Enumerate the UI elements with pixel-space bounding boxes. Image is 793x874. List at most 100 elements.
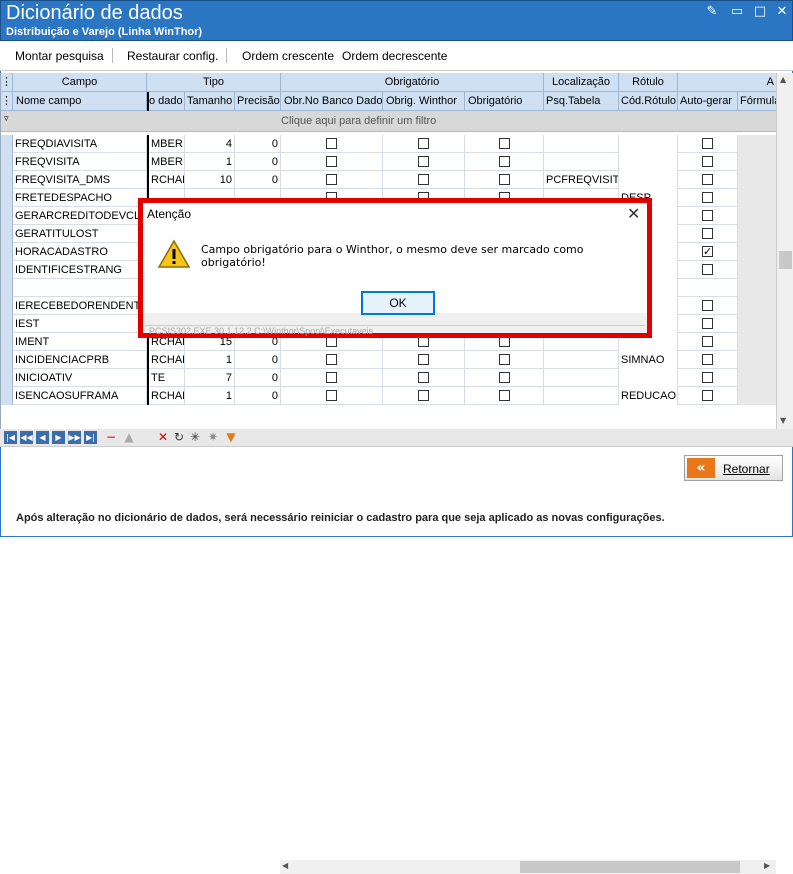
cell-formula[interactable] xyxy=(738,225,776,243)
cell-auto-gerar[interactable] xyxy=(678,261,738,279)
table-row[interactable]: ISENCAOSUFRAMARCHAR10 REDUCAO xyxy=(1,387,776,405)
cell-obr-banco[interactable] xyxy=(281,153,383,171)
cancel-icon[interactable]: ✕ xyxy=(156,430,170,445)
cell-tamanho[interactable]: 10 xyxy=(185,171,235,189)
col-obr-winthor[interactable]: Obrig. Winthor xyxy=(383,92,465,111)
cell-tamanho[interactable]: 7 xyxy=(185,369,235,387)
cell-nome[interactable]: INICIOATIV xyxy=(13,369,147,387)
cell-formula[interactable] xyxy=(738,279,776,297)
maximize-icon[interactable]: □ xyxy=(751,4,769,20)
checkbox[interactable] xyxy=(326,371,337,383)
checkbox[interactable] xyxy=(326,353,337,365)
cell-obrigatorio[interactable] xyxy=(465,351,544,369)
cell-psq-tabela[interactable]: PCFREQVISITA xyxy=(544,171,619,189)
next-record-icon[interactable]: ▶ xyxy=(52,431,65,444)
cell-nome[interactable]: INCIDENCIACPRB xyxy=(13,351,147,369)
cell-obrigatorio[interactable] xyxy=(465,171,544,189)
checkbox[interactable] xyxy=(702,191,713,203)
cell-formula[interactable] xyxy=(738,135,776,153)
cell-auto-gerar[interactable] xyxy=(678,351,738,369)
col-auto-gerar[interactable]: Auto-gerar xyxy=(678,92,738,111)
cell-obrigatorio[interactable] xyxy=(465,135,544,153)
minimize-icon[interactable]: ▭ xyxy=(728,4,746,20)
cell-nome[interactable]: FREQVISITA_DMS xyxy=(13,171,147,189)
cell-nome[interactable] xyxy=(13,279,147,297)
col-cod-rotulo[interactable]: Cód.Rótulo xyxy=(619,92,678,111)
cell-formula[interactable] xyxy=(738,297,776,315)
cell-nome[interactable]: IMENT xyxy=(13,333,147,351)
cell-obrigatorio[interactable] xyxy=(465,153,544,171)
cell-auto-gerar[interactable] xyxy=(678,315,738,333)
dialog-close-icon[interactable]: ✕ xyxy=(627,204,640,223)
cell-cod-rotulo[interactable] xyxy=(619,135,678,153)
checkbox[interactable] xyxy=(418,389,429,401)
cell-auto-gerar[interactable] xyxy=(678,297,738,315)
cell-precisao[interactable]: 0 xyxy=(235,171,281,189)
col-psq-tabela[interactable]: Psq.Tabela xyxy=(544,92,619,111)
cell-psq-tabela[interactable] xyxy=(544,135,619,153)
ordem-decrescente-button[interactable]: Ordem decrescente xyxy=(342,49,447,63)
checkbox[interactable] xyxy=(418,371,429,383)
checkbox[interactable] xyxy=(702,389,713,401)
cell-auto-gerar[interactable] xyxy=(678,153,738,171)
scroll-left-icon[interactable]: ◀ xyxy=(282,861,288,870)
cell-cod-rotulo[interactable] xyxy=(619,153,678,171)
checkbox[interactable] xyxy=(702,155,713,167)
checkbox[interactable] xyxy=(702,243,713,261)
checkbox[interactable] xyxy=(498,155,510,167)
checkbox[interactable] xyxy=(418,155,429,167)
cell-obr-banco[interactable] xyxy=(281,351,383,369)
checkbox[interactable] xyxy=(498,173,510,185)
checkbox[interactable] xyxy=(702,371,713,383)
cell-formula[interactable] xyxy=(738,261,776,279)
close-icon[interactable]: ✕ xyxy=(773,4,791,20)
cell-nome[interactable]: ISENCAOSUFRAMA xyxy=(13,387,147,405)
table-row[interactable]: FREQVISITA_DMSRCHAR100 PCFREQVISITA xyxy=(1,171,776,189)
cell-formula[interactable] xyxy=(738,153,776,171)
grid-menu-icon[interactable]: ⋮ xyxy=(1,73,13,92)
cell-nome[interactable]: FREQDIAVISITA xyxy=(13,135,147,153)
cell-precisao[interactable]: 0 xyxy=(235,387,281,405)
cell-auto-gerar[interactable] xyxy=(678,243,738,261)
checkbox[interactable] xyxy=(702,137,713,149)
cell-cod-rotulo[interactable]: REDUCAO xyxy=(619,387,678,405)
cell-precisao[interactable]: 0 xyxy=(235,153,281,171)
table-row[interactable]: FREQVISITA MBER 1 0 xyxy=(1,153,776,171)
cell-obr-winthor[interactable] xyxy=(383,153,465,171)
checkbox[interactable] xyxy=(702,353,713,365)
retornar-button[interactable]: « Retornar xyxy=(684,455,783,481)
filter-row[interactable]: ▿ Clique aqui para definir um filtro xyxy=(1,111,776,132)
montar-pesquisa-button[interactable]: Montar pesquisa xyxy=(15,49,104,63)
checkbox[interactable] xyxy=(702,227,713,239)
grid-menu-icon[interactable]: ⋮ xyxy=(1,92,13,111)
cell-obr-winthor[interactable] xyxy=(383,351,465,369)
checkbox[interactable] xyxy=(326,137,337,149)
cell-cod-rotulo[interactable] xyxy=(619,171,678,189)
ordem-crescente-button[interactable]: Ordem crescente xyxy=(242,49,334,63)
cell-tipo[interactable]: RCHAR xyxy=(147,387,185,405)
cell-tamanho[interactable]: 4 xyxy=(185,135,235,153)
cell-formula[interactable] xyxy=(738,351,776,369)
cell-nome[interactable]: HORACADASTRO xyxy=(13,243,147,261)
cell-auto-gerar[interactable] xyxy=(678,333,738,351)
table-row[interactable]: INCIDENCIACPRBRCHAR10 SIMNAO xyxy=(1,351,776,369)
cell-cod-rotulo[interactable] xyxy=(619,369,678,387)
cell-precisao[interactable]: 0 xyxy=(235,351,281,369)
cell-obr-winthor[interactable] xyxy=(383,135,465,153)
cell-auto-gerar[interactable] xyxy=(678,387,738,405)
checkbox[interactable] xyxy=(702,335,713,347)
cell-obr-winthor[interactable] xyxy=(383,171,465,189)
cell-obrigatorio[interactable] xyxy=(465,369,544,387)
cell-psq-tabela[interactable] xyxy=(544,153,619,171)
cell-formula[interactable] xyxy=(738,189,776,207)
col-formula[interactable]: Fórmula xyxy=(738,92,776,111)
cell-formula[interactable] xyxy=(738,171,776,189)
last-record-icon[interactable]: ▶| xyxy=(84,431,97,444)
refresh-icon[interactable]: ↻ xyxy=(172,430,186,445)
col-nome-campo[interactable]: Nome campo xyxy=(13,92,147,111)
cell-obr-banco[interactable] xyxy=(281,387,383,405)
col-tamanho[interactable]: Tamanho xyxy=(185,92,235,111)
cell-precisao[interactable]: 0 xyxy=(235,369,281,387)
cell-psq-tabela[interactable] xyxy=(544,369,619,387)
cell-auto-gerar[interactable] xyxy=(678,369,738,387)
